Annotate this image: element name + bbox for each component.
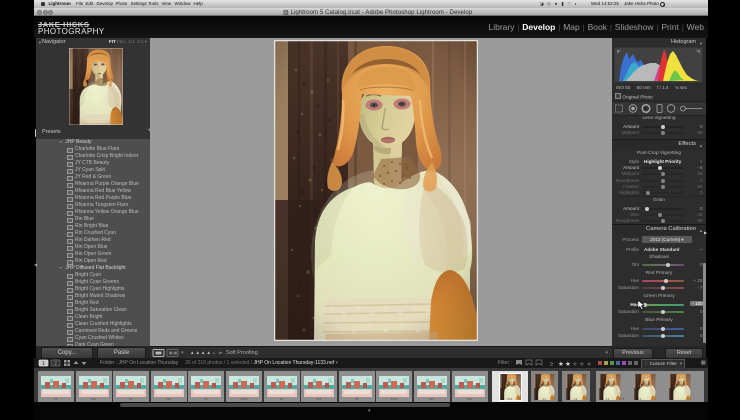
- svg-text:★: ★: [565, 360, 571, 368]
- svg-text:★: ★: [572, 360, 578, 368]
- svg-text:1: 1: [42, 361, 45, 367]
- svg-text:2: 2: [54, 361, 57, 367]
- svg-text:★: ★: [586, 360, 592, 368]
- svg-text:≥: ≥: [550, 362, 554, 368]
- svg-text:★: ★: [579, 360, 585, 368]
- svg-text:★: ★: [558, 360, 564, 368]
